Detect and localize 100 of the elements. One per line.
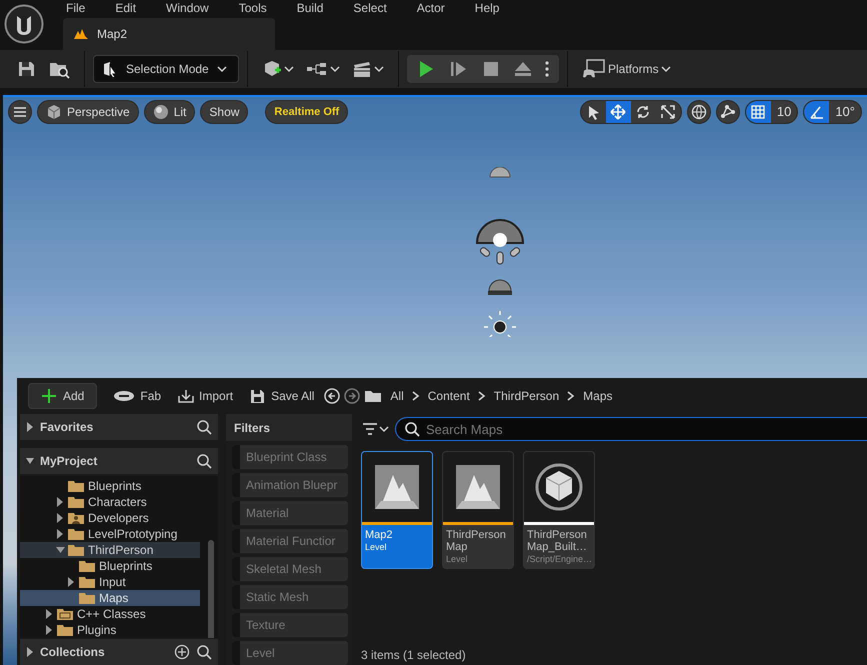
surface-snap-button[interactable] xyxy=(716,100,740,124)
snap-value: 10 xyxy=(776,103,792,122)
expander-arrow-icon xyxy=(45,608,54,619)
folder-code-icon xyxy=(57,606,74,621)
expander-arrow-icon xyxy=(56,528,65,539)
caret-icon xyxy=(379,425,389,433)
menu-item[interactable]: Actor xyxy=(416,2,445,14)
filters-header: Filters xyxy=(226,414,352,441)
cube-icon xyxy=(533,461,585,513)
nodes-icon xyxy=(720,104,736,120)
menu-item[interactable]: Tools xyxy=(238,2,267,14)
expander-arrow-icon xyxy=(26,422,34,432)
caret-icon xyxy=(660,65,671,73)
filter-icon xyxy=(363,423,377,435)
breadcrumb-link[interactable]: Maps xyxy=(579,387,617,405)
chevron-icon xyxy=(412,391,420,401)
globe-button[interactable] xyxy=(686,100,711,124)
caret-icon xyxy=(284,65,294,73)
search-icon[interactable] xyxy=(196,644,212,660)
import-icon xyxy=(177,388,194,404)
menu-icon xyxy=(14,107,26,117)
tree-item[interactable]: Blueprints xyxy=(20,478,200,494)
fab-button[interactable]: Fab xyxy=(107,383,168,409)
expander-arrow-icon xyxy=(45,624,54,635)
tree-item[interactable]: Developers xyxy=(20,510,200,526)
rotate-icon xyxy=(635,104,652,120)
globe-icon xyxy=(690,104,707,120)
sphere-icon xyxy=(152,104,169,120)
menu-item[interactable]: Help xyxy=(474,2,500,14)
search-icon xyxy=(404,421,420,437)
tree-item[interactable]: Characters xyxy=(20,494,200,510)
lit-button[interactable]: Lit xyxy=(144,100,196,124)
engine-logo[interactable] xyxy=(4,4,44,44)
chevron-icon xyxy=(478,391,486,401)
show-button[interactable]: Show xyxy=(200,100,248,124)
tree-item[interactable]: C++ Classes xyxy=(20,606,200,622)
angle-snap-icon xyxy=(808,104,825,120)
caret-icon xyxy=(216,65,227,73)
forward-icon[interactable] xyxy=(344,388,360,404)
angle-snap-button[interactable] xyxy=(804,101,830,123)
more-icon xyxy=(545,61,549,77)
menu-item[interactable]: Build xyxy=(296,2,324,14)
menu-item[interactable]: File xyxy=(66,2,86,14)
tree-item[interactable]: ThirdPerson xyxy=(20,542,200,558)
folder-icon xyxy=(57,622,74,637)
realtime-button[interactable]: Realtime Off xyxy=(265,100,348,124)
menu-item[interactable]: Edit xyxy=(115,2,136,14)
folder-icon xyxy=(68,542,85,557)
expander-arrow-icon xyxy=(56,496,65,507)
add-actor-icon xyxy=(262,59,282,79)
add-button[interactable]: Add xyxy=(28,383,98,409)
scale-icon xyxy=(660,104,676,120)
tree-item[interactable]: LevelPrototyping xyxy=(20,526,200,542)
tree-item[interactable]: Blueprints xyxy=(20,558,200,574)
save-icon xyxy=(249,388,266,404)
document-tab[interactable]: Map2 xyxy=(63,18,275,50)
asset-tile[interactable]: ThirdPerson Map Level xyxy=(442,451,514,569)
save-button[interactable]: Save All xyxy=(243,383,320,409)
back-icon[interactable] xyxy=(324,388,340,404)
perspective-button[interactable]: Perspective xyxy=(37,100,139,124)
add-icon[interactable] xyxy=(174,644,190,660)
search-icon[interactable] xyxy=(196,419,212,435)
save-icon xyxy=(16,59,36,79)
grid-snap-button[interactable] xyxy=(746,101,771,123)
expander-arrow-icon xyxy=(26,456,34,466)
menu-item[interactable]: Select xyxy=(353,2,387,14)
clapperboard-icon xyxy=(352,60,372,78)
asset-tile[interactable]: ThirdPerson Map_Built… /Script/Engine… xyxy=(523,451,595,569)
tree-item[interactable]: Input xyxy=(20,574,200,590)
search-icon[interactable] xyxy=(196,452,212,469)
selection-mode-dropdown[interactable]: Selection Mode xyxy=(93,55,239,83)
grid-snap-icon xyxy=(750,104,766,120)
cube-icon xyxy=(46,104,62,120)
monitor-gamepad-icon xyxy=(582,59,606,79)
breadcrumb-link[interactable]: Content xyxy=(424,387,474,405)
translate-icon xyxy=(610,104,626,120)
caret-icon xyxy=(374,65,384,73)
breadcrumb-link[interactable]: All xyxy=(386,387,408,405)
item-count: 3 items (1 selected) xyxy=(360,648,467,664)
expander-arrow-icon xyxy=(56,544,65,555)
breadcrumb-link[interactable]: ThirdPerson xyxy=(490,387,564,405)
import-button[interactable]: Import xyxy=(171,383,240,409)
cursor-cube-icon xyxy=(102,61,118,77)
fab-logo xyxy=(113,388,136,404)
folder-icon xyxy=(68,494,85,509)
asset-tile[interactable]: Map2 Level xyxy=(361,451,433,569)
menu-button[interactable] xyxy=(8,100,32,124)
stop-icon xyxy=(481,59,501,79)
plus-icon xyxy=(41,388,58,404)
menu-item[interactable]: Window xyxy=(166,2,209,14)
expander-arrow-icon xyxy=(56,512,65,523)
folder-person-icon xyxy=(68,510,85,525)
search-field[interactable]: Search Maps xyxy=(395,417,867,441)
tree-item[interactable]: Maps xyxy=(20,590,200,606)
caret-icon xyxy=(330,65,340,73)
folder-icon xyxy=(79,590,96,605)
translate-tool-button[interactable] xyxy=(606,101,631,123)
platforms-dropdown[interactable]: Platforms xyxy=(576,54,677,84)
chevron-icon xyxy=(567,391,576,401)
tree-item[interactable]: Plugins xyxy=(20,622,200,638)
